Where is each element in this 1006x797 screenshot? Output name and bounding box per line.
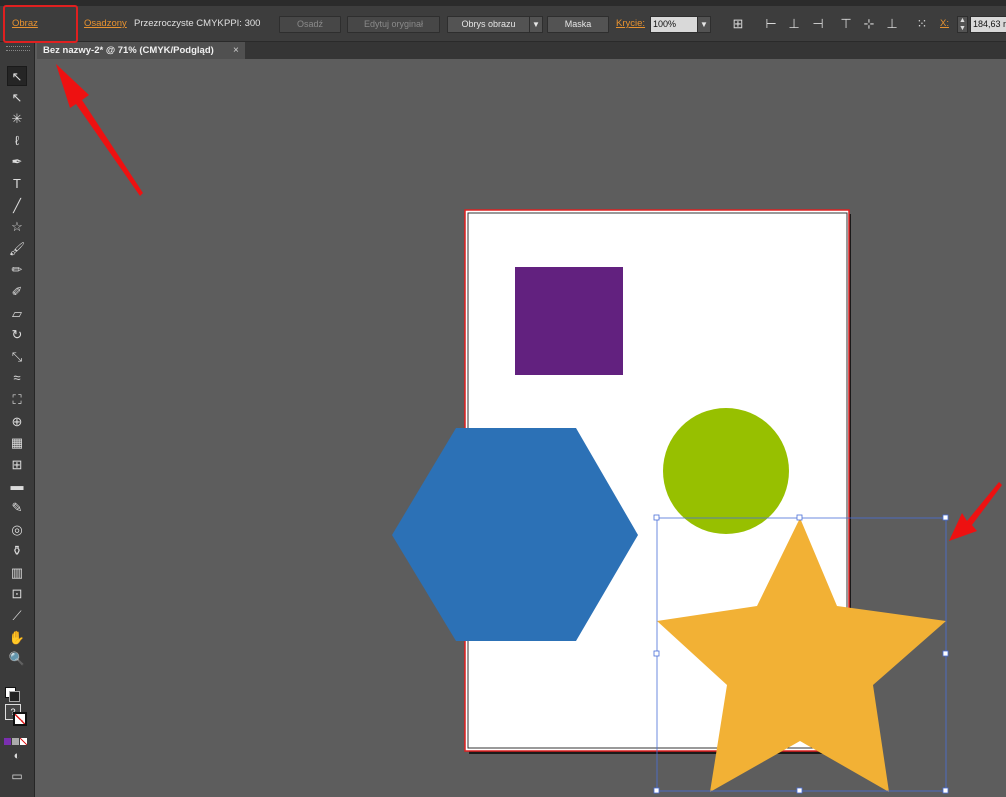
align-left-icon[interactable]: ⊢ (763, 16, 779, 32)
hand-tool-icon[interactable]: ✋ (7, 628, 27, 648)
eyedropper-tool-icon[interactable]: ✎ (7, 498, 27, 518)
mask-button[interactable]: Maska (547, 16, 609, 33)
align-right-icon[interactable]: ⊣ (810, 16, 826, 32)
x-coordinate-stepper[interactable]: ▲ ▼ (957, 16, 968, 33)
column-graph-tool-icon[interactable]: ▥ (7, 563, 27, 583)
scale-tool-icon[interactable]: ⤡ (7, 347, 27, 367)
shape-builder-tool-icon[interactable]: ⊕ (7, 412, 27, 432)
document-tab[interactable]: Bez nazwy-2* @ 71% (CMYK/Podgląd) (37, 42, 245, 59)
annotation-arrow-left (56, 64, 143, 196)
type-tool-icon[interactable]: T (7, 174, 27, 194)
green-circle[interactable] (663, 408, 789, 534)
mesh-tool-icon[interactable]: ⊞ (7, 455, 27, 475)
annotation-highlight-box (3, 5, 78, 43)
star-tool-icon[interactable]: ☆ (7, 217, 27, 237)
opacity-label[interactable]: Krycie: (616, 18, 645, 30)
artwork-canvas[interactable] (36, 59, 1006, 797)
stroke-none-swatch[interactable] (13, 712, 27, 726)
tools-panel: ↖↖✳ℓ✒T╱☆🖌✏✐▱↻⤡≈⛶⊕▦⊞▬✎◎⚱▥⊡⟋✋🔍 ? ◐ ▭ (0, 42, 35, 797)
width-tool-icon[interactable]: ≈ (7, 368, 27, 388)
pen-tool-icon[interactable]: ✒ (7, 152, 27, 172)
panel-grip[interactable] (6, 46, 30, 51)
document-tab-bar: Bez nazwy-2* @ 71% (CMYK/Podgląd) × (37, 42, 1006, 59)
align-horizontal-center-icon[interactable]: ⊥ (786, 16, 802, 32)
symbol-sprayer-tool-icon[interactable]: ⚱ (7, 541, 27, 561)
x-coordinate-input[interactable]: 184,63 m (970, 16, 1006, 33)
free-transform-tool-icon[interactable]: ⛶ (7, 390, 27, 410)
selection-tool-icon[interactable]: ↖ (7, 66, 27, 86)
control-panel: Obraz Osadzony Przezroczyste CMYK PPI: 3… (0, 6, 1006, 42)
zoom-tool-icon[interactable]: 🔍 (7, 649, 27, 669)
paintbrush-tool-icon[interactable]: 🖌 (7, 239, 27, 259)
lasso-tool-icon[interactable]: ℓ (7, 131, 27, 151)
annotation-arrow-right (949, 482, 1002, 541)
x-coordinate-label[interactable]: X: (940, 18, 949, 30)
perspective-grid-tool-icon[interactable]: ▦ (7, 433, 27, 453)
gradient-tool-icon[interactable]: ▬ (7, 476, 27, 496)
image-trace-button[interactable]: Obrys obrazu (447, 16, 530, 33)
blob-brush-tool-icon[interactable]: ✐ (7, 282, 27, 302)
line-segment-tool-icon[interactable]: ╱ (7, 196, 27, 216)
opacity-dropdown[interactable]: ▼ (697, 16, 711, 33)
align-bottom-icon[interactable]: ⊥ (884, 16, 900, 32)
drawing-modes-icon[interactable]: ◐ (7, 746, 27, 766)
embed-button[interactable]: Osadź (279, 16, 341, 33)
transform-reference-point-icon[interactable]: ⁙ (914, 16, 930, 32)
ppi-label: PPI: 300 (224, 18, 261, 29)
opacity-input[interactable]: 100% (650, 16, 698, 33)
eraser-tool-icon[interactable]: ▱ (7, 304, 27, 324)
pencil-tool-icon[interactable]: ✏ (7, 260, 27, 280)
purple-square[interactable] (515, 267, 623, 375)
align-vertical-center-icon[interactable]: ⊹ (861, 16, 877, 32)
align-to-selection-icon[interactable]: ⊞ (730, 16, 746, 32)
magic-wand-tool-icon[interactable]: ✳ (7, 109, 27, 129)
screen-mode-icon[interactable]: ▭ (7, 766, 27, 786)
direct-selection-tool-icon[interactable]: ↖ (7, 88, 27, 108)
color-mode-buttons[interactable] (4, 732, 30, 745)
edit-original-button[interactable]: Edytuj oryginał (347, 16, 440, 33)
color-mode-label: Przezroczyste CMYK (134, 18, 224, 29)
embedded-link[interactable]: Osadzony (84, 18, 127, 30)
blend-tool-icon[interactable]: ◎ (7, 520, 27, 540)
slice-tool-icon[interactable]: ⟋ (7, 606, 27, 626)
artboard-tool-icon[interactable]: ⊡ (7, 584, 27, 604)
image-trace-dropdown[interactable]: ▼ (529, 16, 543, 33)
rotate-tool-icon[interactable]: ↻ (7, 325, 27, 345)
align-top-icon[interactable]: ⊤ (838, 16, 854, 32)
fill-stroke-swatches[interactable] (5, 687, 31, 702)
close-tab-icon[interactable]: × (233, 42, 239, 59)
document-tab-title: Bez nazwy-2* @ 71% (CMYK/Podgląd) (43, 45, 214, 56)
